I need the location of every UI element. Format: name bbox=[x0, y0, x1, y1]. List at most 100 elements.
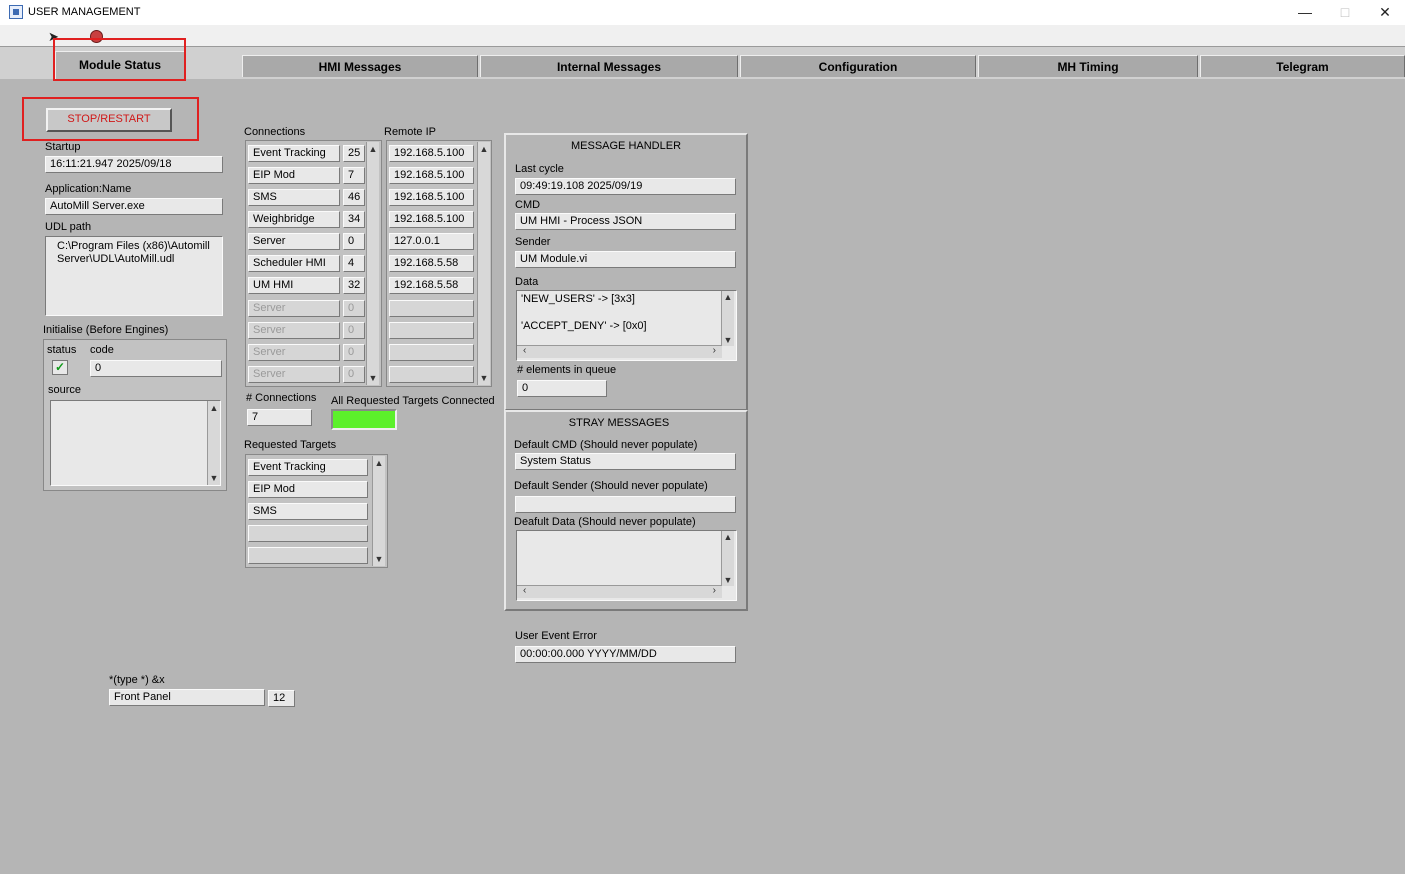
startup-field: 16:11:21.947 2025/09/18 bbox=[45, 156, 223, 173]
connection-count: 0 bbox=[343, 322, 365, 339]
scroll-up-icon[interactable]: ▲ bbox=[208, 403, 220, 413]
cmd-label: CMD bbox=[515, 199, 541, 211]
connection-name: Server bbox=[248, 344, 340, 361]
connection-count: 46 bbox=[343, 189, 365, 206]
queue-label: # elements in queue bbox=[517, 364, 617, 376]
scroll-up-icon[interactable]: ▲ bbox=[478, 144, 490, 154]
requested-scrollbar[interactable]: ▲ ▼ bbox=[372, 456, 385, 566]
connections-scrollbar[interactable]: ▲ ▼ bbox=[366, 142, 379, 385]
startup-label: Startup bbox=[45, 141, 81, 153]
connection-count: 0 bbox=[343, 233, 365, 250]
run-toolbar: ➤ bbox=[0, 25, 1405, 47]
connection-ip bbox=[389, 366, 474, 383]
queue-field: 0 bbox=[517, 380, 607, 397]
scroll-down-icon[interactable]: ▼ bbox=[722, 335, 734, 345]
scroll-down-icon[interactable]: ▼ bbox=[208, 473, 220, 483]
sender-label: Sender bbox=[515, 236, 551, 248]
last-cycle-label: Last cycle bbox=[515, 163, 564, 175]
data-line: 'NEW_USERS' -> [3x3] bbox=[521, 293, 635, 305]
connection-count: 32 bbox=[343, 277, 365, 294]
default-data-label: Deafult Data (Should never populate) bbox=[514, 516, 696, 528]
connection-name: EIP Mod bbox=[248, 167, 340, 184]
udl-path-field[interactable]: C:\Program Files (x86)\Automill Server\U… bbox=[45, 236, 223, 316]
code-field: 0 bbox=[90, 360, 222, 377]
connection-count: 0 bbox=[343, 300, 365, 317]
default-cmd-field: System Status bbox=[515, 453, 736, 470]
tab-mh-timing[interactable]: MH Timing bbox=[978, 55, 1198, 77]
close-icon[interactable]: ✕ bbox=[1370, 2, 1400, 22]
stop-restart-button[interactable]: STOP/RESTART bbox=[46, 108, 172, 132]
scroll-left-icon[interactable]: ‹ bbox=[523, 585, 526, 596]
scroll-up-icon[interactable]: ▲ bbox=[367, 144, 379, 154]
requested-target: EIP Mod bbox=[248, 481, 368, 498]
connection-ip: 127.0.0.1 bbox=[389, 233, 474, 250]
user-event-error-field: 00:00:00.000 YYYY/MM/DD bbox=[515, 646, 736, 663]
connection-count: 34 bbox=[343, 211, 365, 228]
default-data-hscrollbar[interactable]: ‹ › bbox=[517, 585, 722, 598]
scroll-down-icon[interactable]: ▼ bbox=[373, 554, 385, 564]
connection-name: Server bbox=[248, 366, 340, 383]
source-field[interactable] bbox=[50, 400, 221, 486]
remote-ip-label: Remote IP bbox=[384, 126, 436, 138]
connection-name: UM HMI bbox=[248, 277, 340, 294]
connection-ip: 192.168.5.58 bbox=[389, 255, 474, 272]
connection-name: Event Tracking bbox=[248, 145, 340, 162]
maximize-icon[interactable]: □ bbox=[1330, 2, 1360, 22]
app-icon bbox=[9, 5, 23, 19]
scroll-up-icon[interactable]: ▲ bbox=[722, 292, 734, 302]
highlight-box-tab bbox=[53, 38, 186, 81]
requested-target: SMS bbox=[248, 503, 368, 520]
type-ctrl-label: *(type *) &x bbox=[109, 674, 165, 686]
connection-ip: 192.168.5.100 bbox=[389, 167, 474, 184]
scroll-left-icon[interactable]: ‹ bbox=[523, 345, 526, 356]
tab-configuration[interactable]: Configuration bbox=[740, 55, 976, 77]
connection-ip bbox=[389, 344, 474, 361]
tab-internal-messages[interactable]: Internal Messages bbox=[480, 55, 738, 77]
cmd-field: UM HMI - Process JSON bbox=[515, 213, 736, 230]
user-event-error-label: User Event Error bbox=[515, 630, 597, 642]
connection-name: SMS bbox=[248, 189, 340, 206]
app-name-field: AutoMill Server.exe bbox=[45, 198, 223, 215]
requested-target bbox=[248, 547, 368, 564]
initialise-label: Initialise (Before Engines) bbox=[43, 324, 169, 336]
data-label: Data bbox=[515, 276, 539, 288]
data-vscrollbar[interactable]: ▲ ▼ bbox=[721, 291, 734, 346]
connections-label: Connections bbox=[244, 126, 306, 138]
tab-strip: Module Status HMI Messages Internal Mess… bbox=[0, 47, 1405, 81]
requested-targets-label: Requested Targets bbox=[244, 439, 337, 451]
connection-ip: 192.168.5.58 bbox=[389, 277, 474, 294]
sender-field: UM Module.vi bbox=[515, 251, 736, 268]
requested-target bbox=[248, 525, 368, 542]
scroll-up-icon[interactable]: ▲ bbox=[722, 532, 734, 542]
code-label: code bbox=[90, 344, 114, 356]
tab-hmi-messages[interactable]: HMI Messages bbox=[242, 55, 478, 77]
default-data-vscrollbar[interactable]: ▲ ▼ bbox=[721, 531, 734, 586]
remote-ip-scrollbar[interactable]: ▲ ▼ bbox=[477, 142, 490, 385]
udl-path-label: UDL path bbox=[45, 221, 92, 233]
num-connections-label: # Connections bbox=[246, 392, 317, 404]
scroll-up-icon[interactable]: ▲ bbox=[373, 458, 385, 468]
connection-name: Server bbox=[248, 300, 340, 317]
scroll-down-icon[interactable]: ▼ bbox=[722, 575, 734, 585]
tab-telegram[interactable]: Telegram bbox=[1200, 55, 1405, 77]
data-line: 'ACCEPT_DENY' -> [0x0] bbox=[521, 320, 647, 332]
data-hscrollbar[interactable]: ‹ › bbox=[517, 345, 722, 358]
window-title: USER MANAGEMENT bbox=[28, 6, 141, 18]
type-ctrl-field: Front Panel bbox=[109, 689, 265, 706]
scroll-right-icon[interactable]: › bbox=[713, 585, 716, 596]
message-handler-title: MESSAGE HANDLER bbox=[570, 140, 682, 152]
connection-ip bbox=[389, 300, 474, 317]
source-label: source bbox=[48, 384, 82, 396]
status-check-icon: ✓ bbox=[52, 360, 68, 375]
scroll-down-icon[interactable]: ▼ bbox=[367, 373, 379, 383]
connection-ip bbox=[389, 322, 474, 339]
requested-target: Event Tracking bbox=[248, 459, 368, 476]
default-sender-field bbox=[515, 496, 736, 513]
minimize-icon[interactable]: — bbox=[1290, 2, 1320, 22]
scroll-down-icon[interactable]: ▼ bbox=[478, 373, 490, 383]
source-scrollbar[interactable]: ▲ ▼ bbox=[207, 401, 220, 485]
scroll-right-icon[interactable]: › bbox=[713, 345, 716, 356]
connection-count: 4 bbox=[343, 255, 365, 272]
connection-name: Scheduler HMI bbox=[248, 255, 340, 272]
connection-count: 25 bbox=[343, 145, 365, 162]
